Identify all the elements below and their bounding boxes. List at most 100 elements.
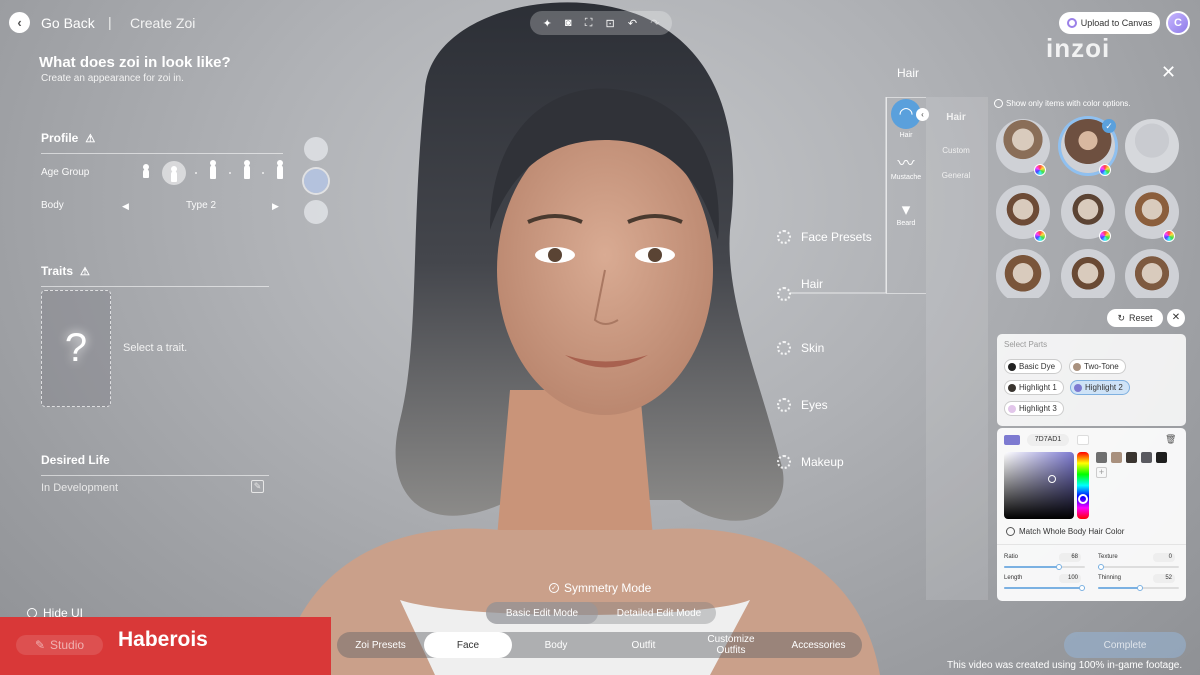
part-two-tone[interactable]: Two-Tone	[1069, 359, 1126, 374]
category-mustache[interactable]: 〰 Mustache	[890, 154, 922, 181]
warning-icon: ⚠	[80, 266, 90, 278]
age-toddler-icon[interactable]	[140, 164, 152, 181]
saturation-value-picker[interactable]	[1004, 452, 1074, 519]
hairstyle-item[interactable]	[996, 249, 1050, 298]
trait-slot[interactable]: ?	[41, 290, 111, 407]
close-icon[interactable]: ✕	[1167, 309, 1185, 327]
tab-face[interactable]: Face	[424, 632, 512, 658]
breadcrumb-current: Create Zoi	[130, 15, 196, 31]
hex-input[interactable]: 7D7AD1	[1027, 434, 1069, 446]
complete-button[interactable]: Complete	[1064, 632, 1186, 658]
tab-outfit[interactable]: Outfit	[600, 632, 687, 658]
tab-customize-outfits[interactable]: Customize Outfits	[687, 632, 775, 658]
palette-swatch[interactable]	[1111, 452, 1122, 463]
edit-icon[interactable]: ✎	[251, 480, 264, 493]
detailed-edit-mode-button[interactable]: Detailed Edit Mode	[602, 602, 716, 624]
part-highlight-3[interactable]: Highlight 3	[1004, 401, 1064, 416]
part-face-presets[interactable]: Face Presets	[801, 230, 872, 244]
hair-back	[395, 2, 784, 521]
thinning-slider[interactable]	[1098, 585, 1179, 591]
select-parts-panel: Select Parts Basic Dye Two-Tone Highligh…	[997, 334, 1186, 426]
age-teen-icon[interactable]	[207, 160, 219, 181]
outfit-top-thumbnail[interactable]	[304, 137, 328, 161]
ratio-label: Ratio	[1004, 554, 1019, 560]
outfit-shoes-thumbnail[interactable]	[304, 200, 328, 224]
reset-button[interactable]: ↻ Reset	[1107, 309, 1163, 327]
trash-icon[interactable]: 🗑	[1165, 434, 1176, 445]
footage-disclaimer: This video was created using 100% in-gam…	[947, 660, 1183, 671]
tab-accessories[interactable]: Accessories	[775, 632, 862, 658]
eyes-marker[interactable]	[777, 398, 791, 412]
ratio-value[interactable]: 68	[1059, 553, 1081, 562]
checkmark-icon: ✓	[1102, 119, 1116, 133]
part-highlight-2[interactable]: Highlight 2	[1070, 380, 1130, 395]
profile-heading: Profile ⚠	[41, 131, 96, 145]
body-next-arrow-icon[interactable]: ▶	[272, 201, 279, 212]
previous-color-swatch[interactable]	[1077, 435, 1089, 445]
outfit-bottom-thumbnail[interactable]	[304, 169, 328, 193]
makeup-marker[interactable]	[777, 455, 791, 469]
age-elder-icon[interactable]	[274, 160, 286, 181]
trait-placeholder: Select a trait.	[123, 342, 188, 354]
face-scan-icon[interactable]: ⊡	[606, 17, 615, 30]
sparkle-icon[interactable]: ✦	[543, 17, 552, 30]
part-eyes[interactable]: Eyes	[801, 398, 828, 412]
skin-marker[interactable]	[777, 341, 791, 355]
hairstyle-item[interactable]	[1125, 249, 1179, 298]
length-value[interactable]: 100	[1059, 574, 1081, 583]
palette-swatch[interactable]	[1141, 452, 1152, 463]
add-swatch-icon[interactable]: +	[1096, 467, 1107, 478]
texture-label: Texture	[1098, 554, 1118, 560]
length-slider[interactable]	[1004, 585, 1085, 591]
age-adult-icon[interactable]	[241, 160, 253, 181]
go-back-link[interactable]: Go Back	[41, 15, 95, 31]
part-basic-dye[interactable]: Basic Dye	[1004, 359, 1063, 374]
symmetry-mode-toggle[interactable]: ✓ Symmetry Mode	[549, 581, 651, 595]
subcategory-hair[interactable]: Hair	[926, 112, 986, 123]
canvas-icon	[1066, 18, 1077, 28]
hair-panel-title: Hair	[897, 66, 920, 80]
hue-slider[interactable]	[1077, 452, 1089, 519]
basic-edit-mode-button[interactable]: Basic Edit Mode	[486, 602, 598, 624]
ratio-slider[interactable]	[1004, 564, 1085, 570]
view-toolbar: ✦ ◙ ⛶ ⊡ ↶ ↷	[530, 11, 672, 35]
thinning-value[interactable]: 52	[1153, 574, 1175, 583]
texture-value[interactable]: 0	[1153, 553, 1175, 562]
hairstyle-item[interactable]	[1125, 119, 1179, 173]
traits-heading: Traits ⚠	[41, 264, 90, 278]
hair-marker[interactable]	[777, 287, 791, 301]
subcategory-custom[interactable]: Custom	[926, 146, 986, 155]
color-options-filter[interactable]: Show only items with color options.	[994, 99, 1131, 108]
part-skin[interactable]: Skin	[801, 341, 824, 355]
avatar[interactable]: C	[1166, 11, 1190, 35]
back-icon[interactable]: ‹	[9, 12, 30, 33]
main-tabs: Zoi Presets Face Body Outfit Customize O…	[337, 632, 862, 658]
match-body-hair-option[interactable]: Match Whole Body Hair Color	[1006, 527, 1124, 536]
part-highlight-1[interactable]: Highlight 1	[1004, 380, 1064, 395]
hairstyle-item[interactable]	[1061, 249, 1115, 298]
camera-icon[interactable]: ◙	[565, 17, 572, 29]
part-makeup[interactable]: Makeup	[801, 455, 844, 469]
desired-life-heading: Desired Life	[41, 453, 110, 467]
palette-swatch[interactable]	[1156, 452, 1167, 463]
character-creator-screen: ‹ Go Back | Create Zoi What does zoi in …	[0, 0, 1200, 675]
face-presets-marker[interactable]	[777, 230, 791, 244]
tab-body[interactable]: Body	[512, 632, 600, 658]
close-icon[interactable]: ✕	[1161, 62, 1176, 83]
frame-icon[interactable]: ⛶	[585, 17, 593, 30]
part-hair[interactable]: Hair	[801, 277, 823, 291]
upload-to-canvas-button[interactable]: Upload to Canvas	[1059, 12, 1160, 34]
age-group-label: Age Group	[41, 167, 90, 178]
hair-connector-line	[790, 97, 887, 294]
palette-swatch[interactable]	[1126, 452, 1137, 463]
category-beard[interactable]: ▾ Beard	[890, 200, 922, 227]
studio-button[interactable]: ✎ Studio	[16, 635, 103, 655]
subcategory-general[interactable]: General	[926, 171, 986, 180]
body-label: Body	[41, 200, 64, 211]
tab-zoi-presets[interactable]: Zoi Presets	[337, 632, 424, 658]
age-child-icon[interactable]	[161, 161, 186, 185]
body-prev-arrow-icon[interactable]: ◀	[122, 201, 129, 212]
undo-icon[interactable]: ↶	[628, 17, 637, 30]
palette-swatch[interactable]	[1096, 452, 1107, 463]
texture-slider[interactable]	[1098, 564, 1179, 570]
